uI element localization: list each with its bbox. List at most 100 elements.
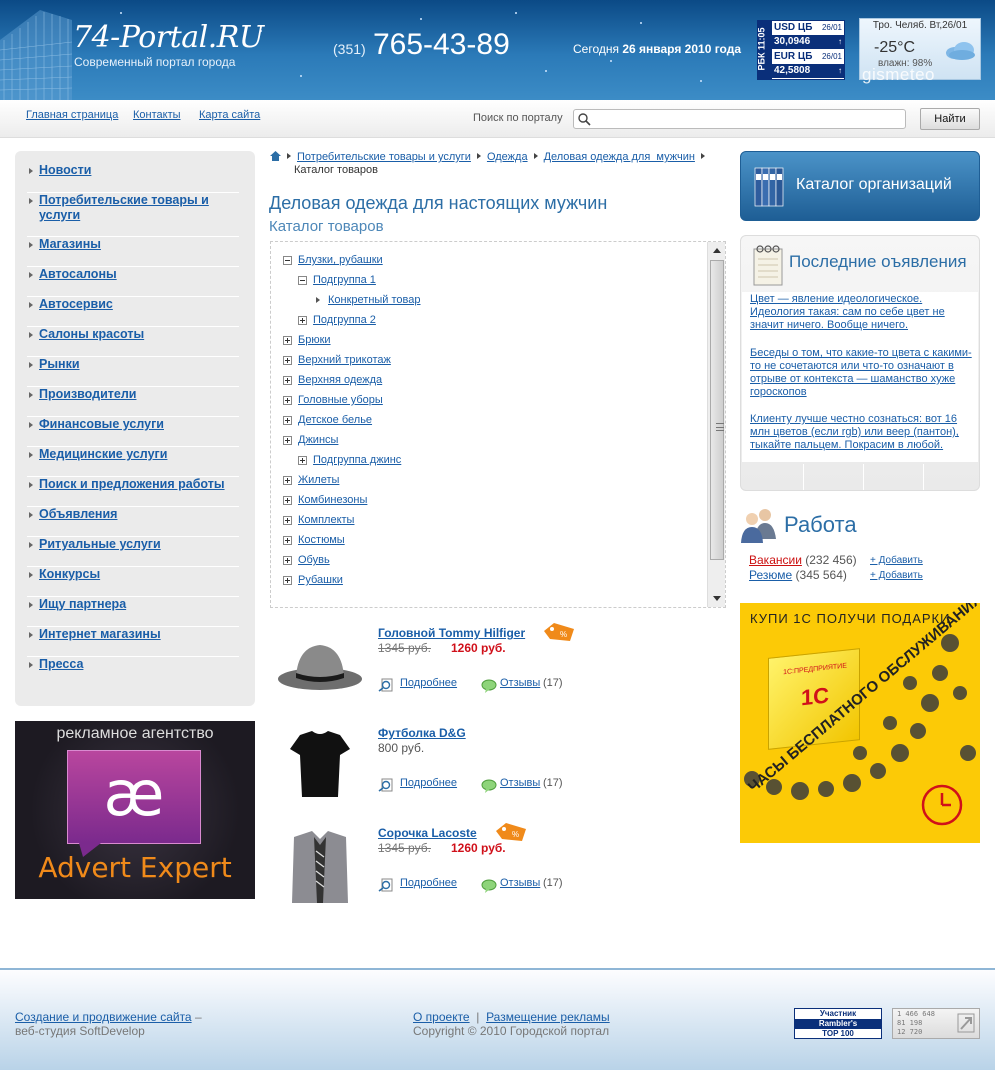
tree-node-link[interactable]: Брюки xyxy=(298,334,331,347)
expand-plus-icon[interactable] xyxy=(283,356,292,365)
tree-node-link[interactable]: Конкретный товар xyxy=(328,294,421,307)
breadcrumb-link[interactable]: Деловая одежда для мужчин xyxy=(544,151,695,163)
tree-node-link[interactable]: Головные уборы xyxy=(298,394,383,407)
scroll-thumb[interactable] xyxy=(710,260,724,560)
product-title-link[interactable]: Головной Tommy Hilfiger xyxy=(378,626,525,640)
tree-node-link[interactable]: Верхний трикотаж xyxy=(298,354,391,367)
sidebar-link[interactable]: Ищу партнера xyxy=(39,597,234,612)
sidebar-link[interactable]: Конкурсы xyxy=(39,567,234,582)
sidebar-item[interactable]: Салоны красоты xyxy=(27,327,239,357)
product-image[interactable] xyxy=(270,727,370,803)
advert-expert-banner[interactable]: рекламное агентство æ Advert Expert xyxy=(15,721,255,899)
sidebar-link[interactable]: Поиск и предложения работы xyxy=(39,477,234,492)
product-reviews-link[interactable]: Отзывы xyxy=(500,777,540,789)
sidebar-link[interactable]: Ритуальные услуги xyxy=(39,537,234,552)
sidebar-link[interactable]: Объявления xyxy=(39,507,234,522)
product-title-link[interactable]: Сорочка Lacoste xyxy=(378,826,477,840)
collapse-minus-icon[interactable] xyxy=(283,256,292,265)
expand-plus-icon[interactable] xyxy=(283,336,292,345)
sidebar-link[interactable]: Потребительские товары и услуги xyxy=(39,193,234,223)
organizations-catalog-button[interactable]: Каталог организаций xyxy=(740,151,980,221)
tree-node-link[interactable]: Джинсы xyxy=(298,434,338,447)
ads-page-tab[interactable] xyxy=(923,464,980,490)
ads-page-tab[interactable] xyxy=(863,464,923,490)
sidebar-item[interactable]: Пресса xyxy=(27,657,239,687)
tree-node-link[interactable]: Подгруппа 2 xyxy=(313,314,376,327)
sidebar-link[interactable]: Автосалоны xyxy=(39,267,234,282)
tree-node-link[interactable]: Детское белье xyxy=(298,414,372,427)
scroll-down-icon[interactable] xyxy=(713,596,721,601)
sidebar-item[interactable]: Интернет магазины xyxy=(27,627,239,657)
sidebar-link[interactable]: Интернет магазины xyxy=(39,627,234,642)
expand-plus-icon[interactable] xyxy=(283,536,292,545)
sidebar-item[interactable]: Ищу партнера xyxy=(27,597,239,627)
expand-plus-icon[interactable] xyxy=(283,516,292,525)
add-resume-link[interactable]: + Добавить xyxy=(870,570,923,581)
tree-node-link[interactable]: Блузки, рубашки xyxy=(298,254,383,267)
tree-node-link[interactable]: Рубашки xyxy=(298,574,343,587)
sidebar-link[interactable]: Новости xyxy=(39,163,234,178)
sidebar-link[interactable]: Салоны красоты xyxy=(39,327,234,342)
sidebar-item[interactable]: Автосалоны xyxy=(27,267,239,297)
expand-plus-icon[interactable] xyxy=(283,476,292,485)
expand-plus-icon[interactable] xyxy=(298,316,307,325)
sidebar-item[interactable]: Рынки xyxy=(27,357,239,387)
footer-advertising-link[interactable]: Размещение рекламы xyxy=(486,1010,610,1024)
footer-dev-link[interactable]: Создание и продвижение сайта xyxy=(15,1010,192,1024)
expand-plus-icon[interactable] xyxy=(283,556,292,565)
product-image[interactable] xyxy=(270,627,370,703)
nav-link-contacts[interactable]: Контакты xyxy=(133,109,181,121)
ad-link[interactable]: Клиенту лучше честно сознаться: вот 16 м… xyxy=(750,413,959,451)
ad-item[interactable]: Цвет — явление идеологическое. Идеология… xyxy=(750,293,975,332)
scroll-up-icon[interactable] xyxy=(713,248,721,253)
product-details-link[interactable]: Подробнее xyxy=(400,877,457,889)
tree-node-link[interactable]: Верхняя одежда xyxy=(298,374,382,387)
ad-item[interactable]: Клиенту лучше честно сознаться: вот 16 м… xyxy=(750,413,975,452)
footer-about-link[interactable]: О проекте xyxy=(413,1010,470,1024)
ad-item[interactable]: Беседы о том, что какие-то цвета с каким… xyxy=(750,347,975,399)
product-image[interactable] xyxy=(270,827,370,903)
search-button[interactable]: Найти xyxy=(920,108,980,130)
visit-counter-badge[interactable]: 1 466 648 81 198 12 720 xyxy=(892,1008,980,1039)
sidebar-item[interactable]: Потребительские товары и услуги xyxy=(27,193,239,237)
nav-link-home[interactable]: Главная страница xyxy=(26,109,118,121)
sidebar-link[interactable]: Автосервис xyxy=(39,297,234,312)
sidebar-link[interactable]: Рынки xyxy=(39,357,234,372)
tree-node-link[interactable]: Подгруппа 1 xyxy=(313,274,376,287)
tree-node-link[interactable]: Комплекты xyxy=(298,514,354,527)
site-logo-title[interactable]: 74-Portal.RU xyxy=(73,20,264,55)
expand-plus-icon[interactable] xyxy=(283,576,292,585)
sidebar-item[interactable]: Автосервис xyxy=(27,297,239,327)
arrow-right-icon[interactable] xyxy=(316,297,320,303)
sidebar-item[interactable]: Объявления xyxy=(27,507,239,537)
search-input[interactable] xyxy=(573,109,906,129)
sidebar-link[interactable]: Финансовые услуги xyxy=(39,417,234,432)
tree-node-link[interactable]: Обувь xyxy=(298,554,330,567)
tree-node-link[interactable]: Костюмы xyxy=(298,534,345,547)
tree-node-link[interactable]: Подгруппа джинс xyxy=(313,454,401,467)
sidebar-link[interactable]: Производители xyxy=(39,387,234,402)
expand-plus-icon[interactable] xyxy=(283,496,292,505)
sidebar-item[interactable]: Конкурсы xyxy=(27,567,239,597)
tree-node-link[interactable]: Комбинезоны xyxy=(298,494,367,507)
product-reviews-link[interactable]: Отзывы xyxy=(500,677,540,689)
sidebar-item[interactable]: Новости xyxy=(27,163,239,193)
weather-informer[interactable]: Тро. Челяб. Вт,26/01 -25°C влажн: 98% gi… xyxy=(859,18,981,84)
expand-plus-icon[interactable] xyxy=(283,436,292,445)
breadcrumb-link[interactable]: Одежда xyxy=(487,151,528,163)
ad-link[interactable]: Беседы о том, что какие-то цвета с каким… xyxy=(750,347,972,398)
ad-1c-banner[interactable]: КУПИ 1С ПОЛУЧИ ПОДАРКИ 1С 1С:ПРЕДПРИЯТИЕ… xyxy=(740,603,980,843)
ads-page-tab[interactable] xyxy=(803,464,863,490)
sidebar-item[interactable]: Поиск и предложения работы xyxy=(27,477,239,507)
product-details-link[interactable]: Подробнее xyxy=(400,677,457,689)
sidebar-item[interactable]: Производители xyxy=(27,387,239,417)
tree-node-link[interactable]: Жилеты xyxy=(298,474,339,487)
expand-plus-icon[interactable] xyxy=(283,416,292,425)
rbc-currency-informer[interactable]: РБК 11:05 USD ЦБ 26/01 30,0946 ↑ EUR ЦБ 26/… xyxy=(757,20,845,80)
ad-link[interactable]: Цвет — явление идеологическое. Идеология… xyxy=(750,293,945,331)
expand-plus-icon[interactable] xyxy=(283,396,292,405)
sidebar-link[interactable]: Медицинские услуги xyxy=(39,447,234,462)
breadcrumb-link[interactable]: Потребительские товары и услуги xyxy=(297,151,471,163)
vacancies-link[interactable]: Вакансии xyxy=(749,553,802,567)
nav-link-sitemap[interactable]: Карта сайта xyxy=(199,109,260,121)
